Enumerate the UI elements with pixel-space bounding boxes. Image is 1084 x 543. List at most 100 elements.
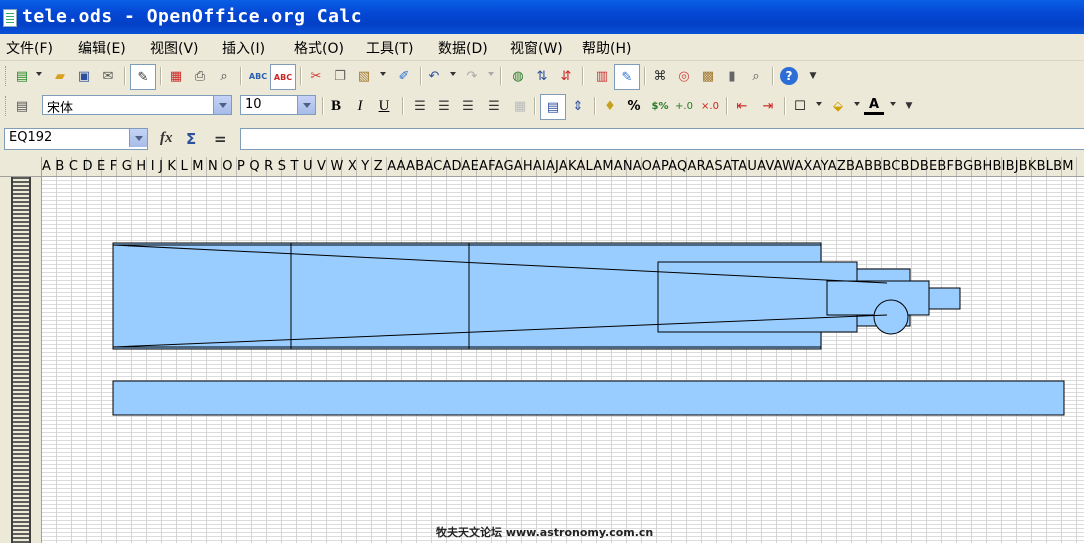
print-icon[interactable]: ⎙ xyxy=(190,66,210,86)
redo-dropdown-icon[interactable] xyxy=(488,72,494,76)
vertical-align-icon[interactable]: ⇕ xyxy=(568,96,588,116)
font-name-value: 宋体 xyxy=(47,101,74,116)
font-name-dropdown-icon[interactable] xyxy=(213,96,231,114)
standard-toolbar: ▤ ▰ ▣ ✉ ✎ ▦ ⎙ ⌕ ABC ABC ✂ ❐ ▧ ✐ ↶ ↷ ◍ ⇅ … xyxy=(0,61,1084,91)
separator xyxy=(124,67,126,85)
separator xyxy=(726,97,728,115)
separator xyxy=(420,67,422,85)
redo-icon[interactable]: ↷ xyxy=(462,66,482,86)
open-icon[interactable]: ▰ xyxy=(50,66,70,86)
spreadsheet-area: A B C D E F G H I J K L M N O P Q R S T … xyxy=(0,157,1084,543)
font-name-combo[interactable]: 宋体 xyxy=(42,95,232,116)
separator xyxy=(322,97,324,115)
align-center-icon[interactable]: ☰ xyxy=(434,96,454,116)
italic-button[interactable]: I xyxy=(350,96,370,116)
background-color-dropdown-icon[interactable] xyxy=(854,102,860,106)
sort-ascending-icon[interactable]: ⇅ xyxy=(532,66,552,86)
bold-button[interactable]: B xyxy=(326,96,346,116)
show-draw-functions-icon[interactable]: ✎ xyxy=(614,64,640,90)
menu-tools[interactable]: 工具(T) xyxy=(366,38,413,58)
justify-icon[interactable]: ☰ xyxy=(484,96,504,116)
save-icon[interactable]: ▣ xyxy=(74,66,94,86)
standard-format-icon[interactable]: $% xyxy=(650,96,670,116)
menu-bar: 文件(F) 编辑(E) 视图(V) 插入(I) 格式(O) 工具(T) 数据(D… xyxy=(0,34,1084,61)
add-decimal-icon[interactable]: +.0 xyxy=(674,96,694,116)
toolbar-grip[interactable] xyxy=(5,66,9,86)
menu-file[interactable]: 文件(F) xyxy=(6,38,53,58)
underline-button[interactable]: U xyxy=(374,96,394,116)
new-dropdown-icon[interactable] xyxy=(36,72,42,76)
separator xyxy=(784,97,786,115)
help-icon[interactable]: ? xyxy=(780,67,798,85)
font-size-combo[interactable]: 10 xyxy=(240,95,316,115)
separator xyxy=(300,67,302,85)
increase-indent-icon[interactable]: ⇥ xyxy=(758,96,778,116)
formula-input[interactable] xyxy=(240,128,1084,150)
name-box-dropdown-icon[interactable] xyxy=(129,129,147,147)
decrease-indent-icon[interactable]: ⇤ xyxy=(732,96,752,116)
toolbar-overflow-icon[interactable]: ▼ xyxy=(904,96,914,116)
undo-dropdown-icon[interactable] xyxy=(450,72,456,76)
copy-icon[interactable]: ❐ xyxy=(330,66,350,86)
merge-cells-icon[interactable]: ▦ xyxy=(510,96,530,116)
menu-window[interactable]: 视窗(W) xyxy=(510,38,563,58)
paste-icon[interactable]: ▧ xyxy=(354,66,374,86)
export-pdf-icon[interactable]: ▦ xyxy=(166,66,186,86)
drawing-layer xyxy=(112,242,1065,416)
formatting-toolbar: ▤ 宋体 10 B I U ☰ ☰ ☰ ☰ ▦ ▤ ⇕ ♦ % $% +.0 ×… xyxy=(0,91,1084,121)
borders-dropdown-icon[interactable] xyxy=(816,102,822,106)
new-document-icon[interactable]: ▤ xyxy=(12,66,32,86)
background-color-icon[interactable]: ⬙ xyxy=(828,96,848,116)
edit-file-icon[interactable]: ✎ xyxy=(130,64,156,90)
format-paintbrush-icon[interactable]: ✐ xyxy=(394,66,414,86)
sum-icon[interactable]: Σ xyxy=(186,130,196,148)
email-icon[interactable]: ✉ xyxy=(98,66,118,86)
font-size-dropdown-icon[interactable] xyxy=(297,96,315,114)
spellcheck-icon[interactable]: ABC xyxy=(248,66,268,86)
separator xyxy=(772,67,774,85)
delete-decimal-icon[interactable]: ×.0 xyxy=(700,96,720,116)
autospellcheck-icon[interactable]: ABC xyxy=(270,64,296,90)
name-box[interactable]: EQ192 xyxy=(4,128,148,150)
page-preview-icon[interactable]: ⌕ xyxy=(214,66,234,86)
base-rail-shape[interactable] xyxy=(112,380,1065,416)
navigator-icon[interactable]: ◎ xyxy=(674,66,694,86)
font-size-value: 10 xyxy=(245,97,262,112)
paste-dropdown-icon[interactable] xyxy=(380,72,386,76)
undo-icon[interactable]: ↶ xyxy=(424,66,444,86)
menu-insert[interactable]: 插入(I) xyxy=(222,38,265,58)
data-sources-icon[interactable]: ▮ xyxy=(722,66,742,86)
eyepiece-shape[interactable] xyxy=(928,287,961,310)
percent-format-button[interactable]: % xyxy=(624,96,644,116)
chart-icon[interactable]: ▥ xyxy=(592,66,612,86)
focus-knob-shape[interactable] xyxy=(873,299,909,335)
align-left-icon[interactable]: ☰ xyxy=(410,96,430,116)
menu-help[interactable]: 帮助(H) xyxy=(582,38,631,58)
find-replace-icon[interactable]: ⌘ xyxy=(650,66,670,86)
gallery-icon[interactable]: ▩ xyxy=(698,66,718,86)
font-color-dropdown-icon[interactable] xyxy=(890,102,896,106)
toolbar-grip[interactable] xyxy=(5,96,9,116)
function-icon[interactable]: = xyxy=(214,130,227,148)
separator xyxy=(160,67,162,85)
borders-icon[interactable]: ☐ xyxy=(790,96,810,116)
name-box-value: EQ192 xyxy=(9,130,53,145)
function-wizard-icon[interactable]: fx xyxy=(160,130,173,147)
align-right-icon[interactable]: ☰ xyxy=(458,96,478,116)
zoom-icon[interactable]: ⌕ xyxy=(746,66,766,86)
toolbar-overflow-icon[interactable]: ▼ xyxy=(808,66,818,86)
menu-edit[interactable]: 编辑(E) xyxy=(78,38,126,58)
menu-view[interactable]: 视图(V) xyxy=(150,38,199,58)
menu-data[interactable]: 数据(D) xyxy=(438,38,488,58)
separator xyxy=(500,67,502,85)
font-color-icon[interactable]: A xyxy=(864,96,884,115)
hyperlink-icon[interactable]: ◍ xyxy=(508,66,528,86)
currency-format-icon[interactable]: ♦ xyxy=(600,96,620,116)
cut-icon[interactable]: ✂ xyxy=(306,66,326,86)
sort-descending-icon[interactable]: ⇵ xyxy=(556,66,576,86)
styles-icon[interactable]: ▤ xyxy=(12,96,32,116)
separator xyxy=(240,67,242,85)
menu-format[interactable]: 格式(O) xyxy=(294,38,344,58)
wrap-text-icon[interactable]: ▤ xyxy=(540,94,566,120)
watermark: 牧夫天文论坛 www.astronomy.com.cn xyxy=(436,526,654,539)
